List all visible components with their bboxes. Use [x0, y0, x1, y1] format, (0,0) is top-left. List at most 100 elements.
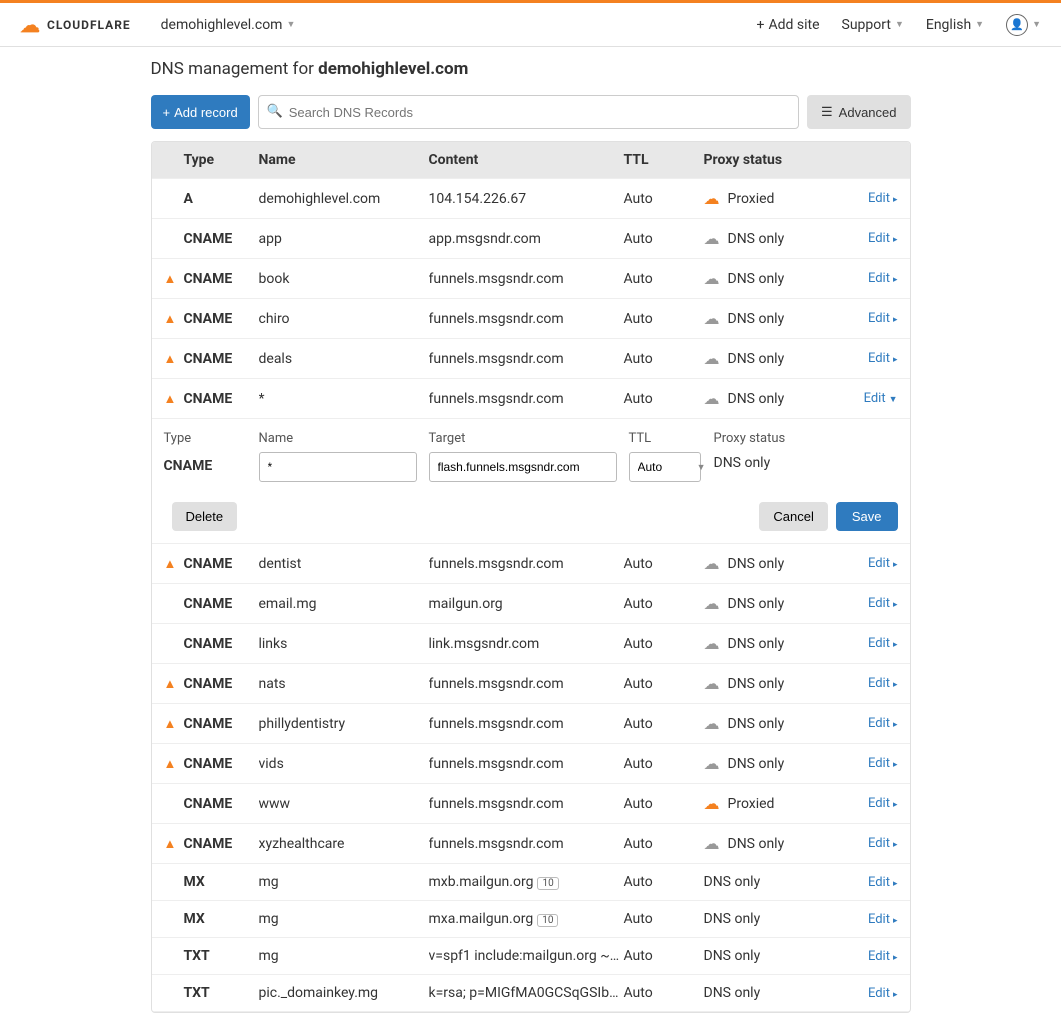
edit-link[interactable]: Edit▸ — [834, 596, 898, 611]
chevron-right-icon: ▸ — [893, 235, 898, 245]
record-ttl: Auto — [624, 391, 704, 407]
record-content: funnels.msgsndr.com — [429, 716, 624, 732]
table-row: CNAMEwwwfunnels.msgsndr.comAuto☁ProxiedE… — [152, 784, 910, 824]
chevron-right-icon: ▸ — [893, 640, 898, 650]
record-type: CNAME — [184, 716, 259, 732]
record-type: CNAME — [184, 756, 259, 772]
table-row: CNAMEemail.mgmailgun.orgAuto☁DNS onlyEdi… — [152, 584, 910, 624]
search-input[interactable] — [258, 95, 799, 129]
edit-link[interactable]: Edit▸ — [834, 796, 898, 811]
proxy-status-label: DNS only — [728, 716, 785, 732]
page-title-prefix: DNS management for — [151, 59, 319, 79]
edit-link[interactable]: Edit▸ — [834, 556, 898, 571]
page-title: DNS management for demohighlevel.com — [151, 59, 911, 79]
edit-link[interactable]: Edit▸ — [834, 716, 898, 731]
record-content: app.msgsndr.com — [429, 231, 624, 247]
record-ttl: Auto — [624, 311, 704, 327]
cloud-dns-only-icon: ☁ — [704, 349, 720, 368]
edit-link[interactable]: Edit▸ — [834, 756, 898, 771]
edit-link[interactable]: Edit▸ — [834, 351, 898, 366]
edit-proxy-value: DNS only — [714, 452, 834, 471]
edit-link[interactable]: Edit▸ — [834, 949, 898, 964]
record-ttl: Auto — [624, 756, 704, 772]
add-site-label: Add site — [769, 17, 820, 33]
plus-icon: + — [163, 105, 171, 120]
table-header: Type Name Content TTL Proxy status — [152, 142, 910, 179]
chevron-right-icon: ▸ — [893, 953, 898, 963]
record-type: CNAME — [184, 596, 259, 612]
edit-link[interactable]: Edit▸ — [834, 986, 898, 1001]
edit-link[interactable]: Edit▸ — [834, 311, 898, 326]
table-row: CNAMEappapp.msgsndr.comAuto☁DNS onlyEdit… — [152, 219, 910, 259]
col-content: Content — [429, 152, 624, 168]
edit-link[interactable]: Edit▸ — [834, 191, 898, 206]
language-menu[interactable]: English ▼ — [926, 17, 984, 33]
table-row: ▲CNAMEdealsfunnels.msgsndr.comAuto☁DNS o… — [152, 339, 910, 379]
advanced-button[interactable]: ☰ Advanced — [807, 95, 910, 129]
record-content: funnels.msgsndr.com — [429, 271, 624, 287]
record-content: v=spf1 include:mailgun.org ~all — [429, 948, 624, 964]
record-name: pic._domainkey.mg — [259, 985, 429, 1001]
edit-link[interactable]: Edit▸ — [834, 271, 898, 286]
record-type: CNAME — [184, 796, 259, 812]
record-content: funnels.msgsndr.com — [429, 836, 624, 852]
user-icon: 👤 — [1006, 14, 1028, 36]
record-type: CNAME — [184, 636, 259, 652]
cloud-dns-only-icon: ☁ — [704, 594, 720, 613]
edit-target-label: Target — [429, 431, 629, 446]
edit-ttl-select[interactable]: Auto — [629, 452, 701, 482]
edit-name-input[interactable] — [259, 452, 417, 482]
user-menu[interactable]: 👤 ▼ — [1006, 14, 1041, 36]
record-name: vids — [259, 756, 429, 772]
edit-record-panel: Type CNAME Name Target TTL Auto ▼ — [152, 419, 910, 544]
record-content: 104.154.226.67 — [429, 191, 624, 207]
edit-link[interactable]: Edit▸ — [834, 676, 898, 691]
record-type: CNAME — [184, 556, 259, 572]
table-row: TXTmgv=spf1 include:mailgun.org ~allAuto… — [152, 938, 910, 975]
priority-badge: 10 — [537, 877, 558, 890]
chevron-down-icon: ▼ — [975, 19, 984, 30]
proxy-status-label: Proxied — [728, 796, 775, 812]
edit-proxy-label: Proxy status — [714, 431, 834, 446]
add-record-button[interactable]: + Add record — [151, 95, 250, 129]
record-name: dentist — [259, 556, 429, 572]
edit-link[interactable]: Edit▸ — [834, 836, 898, 851]
chevron-right-icon: ▸ — [893, 840, 898, 850]
edit-link[interactable]: Edit▼ — [834, 391, 898, 406]
record-type: MX — [184, 911, 259, 927]
site-selector-label: demohighlevel.com — [161, 17, 283, 33]
cloudflare-logo-icon: ☁ — [20, 13, 41, 37]
col-ttl: TTL — [624, 152, 704, 168]
record-name: app — [259, 231, 429, 247]
edit-link[interactable]: Edit▸ — [834, 875, 898, 890]
edit-target-input[interactable] — [429, 452, 617, 482]
save-button[interactable]: Save — [836, 502, 898, 531]
plus-icon: + — [757, 17, 765, 33]
search-icon: 🔍 — [267, 104, 283, 119]
record-name: deals — [259, 351, 429, 367]
cloud-dns-only-icon: ☁ — [704, 229, 720, 248]
record-type: CNAME — [184, 836, 259, 852]
add-site-link[interactable]: + Add site — [757, 17, 820, 33]
record-ttl: Auto — [624, 985, 704, 1001]
edit-link[interactable]: Edit▸ — [834, 636, 898, 651]
record-content: link.msgsndr.com — [429, 636, 624, 652]
delete-button[interactable]: Delete — [172, 502, 238, 531]
cancel-button[interactable]: Cancel — [759, 502, 827, 531]
cloud-dns-only-icon: ☁ — [704, 554, 720, 573]
warning-icon: ▲ — [164, 556, 177, 572]
proxy-status-label: DNS only — [728, 351, 785, 367]
logo[interactable]: ☁ CLOUDFLARE — [20, 13, 131, 37]
proxy-status-label: DNS only — [728, 636, 785, 652]
edit-link[interactable]: Edit▸ — [834, 912, 898, 927]
record-type: MX — [184, 874, 259, 890]
cloud-proxied-icon: ☁ — [704, 794, 720, 813]
table-row: CNAMElinkslink.msgsndr.comAuto☁DNS onlyE… — [152, 624, 910, 664]
record-ttl: Auto — [624, 836, 704, 852]
support-menu[interactable]: Support ▼ — [842, 17, 904, 33]
edit-link[interactable]: Edit▸ — [834, 231, 898, 246]
add-record-label: Add record — [174, 105, 238, 120]
record-ttl: Auto — [624, 191, 704, 207]
site-selector[interactable]: demohighlevel.com ▼ — [161, 17, 296, 33]
edit-ttl-label: TTL — [629, 431, 714, 446]
